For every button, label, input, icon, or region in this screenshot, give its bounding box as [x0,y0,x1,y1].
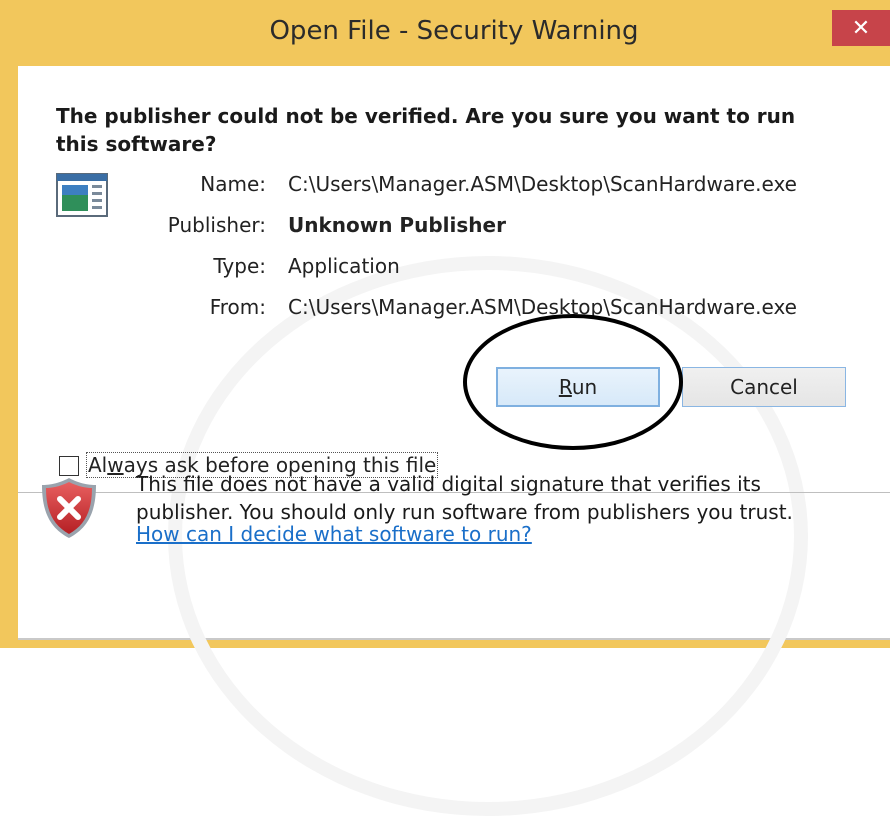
window-title: Open File - Security Warning [269,16,639,46]
warning-message: This file does not have a valid digital … [136,472,793,524]
run-button[interactable]: Run [496,367,660,407]
close-icon: ✕ [851,15,871,41]
type-value: Application [288,254,400,278]
close-button[interactable]: ✕ [832,10,890,46]
publisher-value: Unknown Publisher [288,213,506,237]
from-label: From: [209,295,266,319]
type-label: Type: [213,254,266,278]
run-button-label: Run [558,375,598,399]
dialog-body: The publisher could not be verified. Are… [18,66,890,816]
help-link[interactable]: How can I decide what software to run? [136,522,532,546]
warning-heading: The publisher could not be verified. Are… [56,104,796,156]
always-ask-checkbox[interactable] [59,456,79,476]
name-value: C:\Users\Manager.ASM\Desktop\ScanHardwar… [288,172,797,196]
from-value: C:\Users\Manager.ASM\Desktop\ScanHardwar… [288,295,797,319]
cancel-button[interactable]: Cancel [682,367,846,407]
publisher-label: Publisher: [167,213,266,237]
title-bar[interactable]: Open File - Security Warning ✕ [0,0,890,66]
security-warning-window: Open File - Security Warning ✕ The publi… [0,0,890,816]
shield-error-icon [42,478,96,538]
name-label: Name: [200,172,266,196]
